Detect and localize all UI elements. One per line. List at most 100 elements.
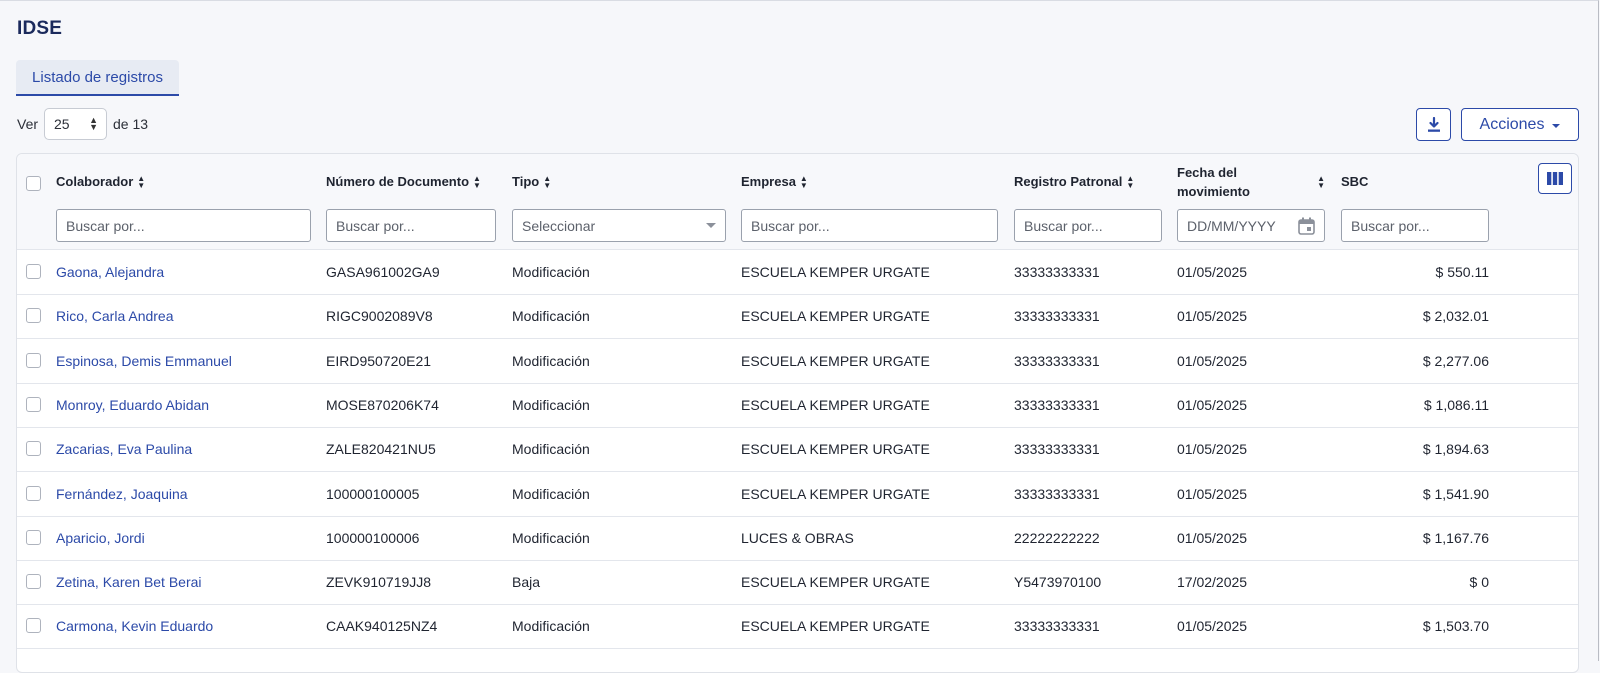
cell-sbc: $ 1,167.76 xyxy=(1422,529,1489,546)
sort-icon: ▲ ▼ xyxy=(1126,173,1135,190)
column-header-fecha[interactable]: Fecha del movimiento ▲ ▼ xyxy=(1177,163,1325,201)
cell-documento: MOSE870206K74 xyxy=(326,396,439,413)
cell-sbc: $ 1,086.11 xyxy=(1423,396,1489,413)
cell-registro-patronal: 33333333331 xyxy=(1014,441,1100,458)
cell-fecha: 17/02/2025 xyxy=(1177,574,1248,591)
row-checkbox[interactable] xyxy=(26,574,41,590)
cell-colaborador-link[interactable]: Espinosa, Demis Emmanuel xyxy=(56,339,232,383)
cell-tipo: Modificación xyxy=(512,352,590,369)
column-header-sbc: SBC xyxy=(1341,174,1368,189)
filter-documento-input[interactable] xyxy=(326,209,496,242)
cell-registro-patronal: 33333333331 xyxy=(1014,618,1100,635)
cell-colaborador-link[interactable]: Zacarias, Eva Paulina xyxy=(56,427,192,471)
sort-icon: ▲ ▼ xyxy=(473,173,481,190)
column-label: SBC xyxy=(1341,174,1369,189)
cell-tipo: Modificación xyxy=(512,308,590,325)
cell-documento: EIRD950720E21 xyxy=(326,352,432,369)
cell-tipo: Modificación xyxy=(512,485,590,502)
table-row: Carmona, Kevin Eduardo CAAK940125NZ4 Modif… xyxy=(17,604,1578,650)
cell-documento: ZEVK910719JJ8 xyxy=(326,574,432,591)
filter-registro-input[interactable] xyxy=(1014,209,1162,242)
column-label: Colaborador xyxy=(56,174,134,189)
cell-empresa: ESCUELA KEMPER URGATE xyxy=(741,308,930,325)
filter-sbc-input[interactable] xyxy=(1341,209,1489,242)
columns-icon xyxy=(1547,172,1563,185)
table-row: Zetina, Karen Bet Berai ZEVK910719JJ8 Baja… xyxy=(17,560,1578,606)
filter-tipo-select[interactable]: Seleccionar xyxy=(512,209,726,242)
cell-empresa: ESCUELA KEMPER URGATE xyxy=(741,352,930,369)
cell-fecha: 01/05/2025 xyxy=(1177,618,1248,635)
select-all-checkbox[interactable] xyxy=(26,176,41,191)
table-row: Aparicio, Jordi 100000100006 Modificación L… xyxy=(17,516,1578,561)
row-checkbox[interactable] xyxy=(26,264,41,279)
select-arrows-icon: ▲ ▼ xyxy=(89,115,99,132)
row-checkbox[interactable] xyxy=(26,485,41,501)
cell-tipo: Modificación xyxy=(512,264,590,280)
cell-documento: 100000100006 xyxy=(326,529,420,546)
actions-dropdown-button[interactable]: Acciones xyxy=(1461,108,1579,141)
table-row: Fernández, Joaquina 100000100005 Modificac… xyxy=(17,472,1578,517)
cell-registro-patronal: 33333333331 xyxy=(1014,485,1100,502)
cell-empresa: ESCUELA KEMPER URGATE xyxy=(741,441,930,458)
filter-empresa-input[interactable] xyxy=(741,209,998,242)
cell-registro-patronal: 33333333331 xyxy=(1014,352,1100,369)
cell-colaborador-link[interactable]: Carmona, Kevin Eduardo xyxy=(56,604,213,648)
row-checkbox[interactable] xyxy=(26,396,41,412)
row-checkbox[interactable] xyxy=(26,529,41,545)
table-row: Gaona, Alejandra GASA961002GA9 Modificació… xyxy=(17,250,1578,295)
cell-colaborador-link[interactable]: Rico, Carla Andrea xyxy=(56,294,174,338)
cell-registro-patronal: 33333333331 xyxy=(1014,308,1100,325)
table-row: Rico, Carla Andrea RIGC9002089V8 Modificac… xyxy=(17,294,1578,340)
page-title: IDSE xyxy=(17,18,63,39)
calendar-icon[interactable] xyxy=(1298,217,1315,235)
cell-colaborador-link[interactable]: Gaona, Alejandra xyxy=(56,250,164,294)
row-checkbox[interactable] xyxy=(26,618,41,634)
cell-fecha: 01/05/2025 xyxy=(1177,529,1248,546)
download-icon xyxy=(1427,116,1440,132)
column-label: Tipo xyxy=(512,174,540,189)
column-header-documento[interactable]: Número de Documento ▲ ▼ xyxy=(326,174,481,189)
cell-sbc: $ 0 xyxy=(1469,574,1489,591)
cell-colaborador-link[interactable]: Zetina, Karen Bet Berai xyxy=(56,560,202,604)
filter-fecha-input[interactable]: DD/MM/YYYY xyxy=(1177,209,1325,242)
tab-listado-de-registros[interactable]: Listado de registros xyxy=(16,60,179,96)
row-checkbox[interactable] xyxy=(26,308,41,324)
column-header-colaborador[interactable]: Colaborador ▲ ▼ xyxy=(56,174,145,189)
column-label: Fecha del movimiento xyxy=(1177,165,1250,199)
row-checkbox[interactable] xyxy=(26,441,41,457)
column-label: Empresa xyxy=(741,174,796,189)
cell-documento: 100000100005 xyxy=(326,485,420,502)
cell-colaborador-link[interactable]: Fernández, Joaquina xyxy=(56,472,188,516)
sort-icon: ▲ ▼ xyxy=(543,173,552,190)
cell-fecha: 01/05/2025 xyxy=(1177,441,1248,458)
cell-empresa: ESCUELA KEMPER URGATE xyxy=(741,396,930,413)
filter-colaborador-input[interactable] xyxy=(56,209,311,242)
sort-icon: ▲ ▼ xyxy=(137,173,146,190)
page-size-select[interactable]: 25 ▲ ▼ xyxy=(44,108,108,140)
cell-empresa: LUCES & OBRAS xyxy=(741,529,854,546)
column-header-registro-patronal[interactable]: Registro Patronal ▲ ▼ xyxy=(1014,174,1134,189)
ver-label: Ver xyxy=(17,116,39,132)
cell-sbc: $ 2,032.01 xyxy=(1422,308,1489,325)
cell-documento: CAAK940125NZ4 xyxy=(326,618,438,635)
cell-fecha: 01/05/2025 xyxy=(1177,308,1248,325)
cell-fecha: 01/05/2025 xyxy=(1177,485,1248,502)
column-settings-button[interactable] xyxy=(1538,163,1572,194)
column-header-empresa[interactable]: Empresa ▲ ▼ xyxy=(741,174,808,189)
table-row: Zacarias, Eva Paulina ZALE820421NU5 Modifi… xyxy=(17,427,1578,473)
download-button[interactable] xyxy=(1416,108,1451,141)
cell-empresa: ESCUELA KEMPER URGATE xyxy=(741,618,930,635)
row-checkbox[interactable] xyxy=(26,352,41,368)
cell-registro-patronal: 22222222222 xyxy=(1014,529,1100,546)
cell-colaborador-link[interactable]: Monroy, Eduardo Abidan xyxy=(56,383,209,427)
cell-fecha: 01/05/2025 xyxy=(1177,352,1248,369)
cell-colaborador-link[interactable]: Aparicio, Jordi xyxy=(56,516,145,560)
cell-registro-patronal: 33333333331 xyxy=(1014,396,1100,413)
total-pages-label: de 13 xyxy=(113,116,149,132)
page-size-value: 25 xyxy=(54,116,70,132)
cell-tipo: Modificación xyxy=(512,441,590,458)
column-header-tipo[interactable]: Tipo ▲ ▼ xyxy=(512,174,551,189)
chevron-down-icon xyxy=(706,223,716,228)
cell-tipo: Baja xyxy=(512,574,541,591)
column-label: Registro Patronal xyxy=(1014,174,1123,189)
